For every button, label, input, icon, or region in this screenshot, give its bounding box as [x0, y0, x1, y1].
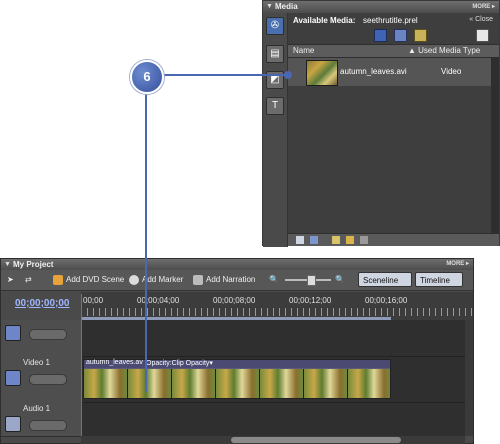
time-stretch-tool-icon[interactable]: ⇄	[25, 273, 32, 287]
marker-icon	[129, 274, 139, 285]
media-column-header: Name ▲ Used Media Type	[288, 44, 499, 58]
titles-tab-icon[interactable]: T	[266, 97, 284, 115]
zoom-in-icon[interactable]: 🔍	[335, 273, 345, 287]
media-tab-icon[interactable]: ✇	[266, 17, 284, 35]
callout-connector-vertical	[145, 74, 147, 392]
add-dvd-scene-button[interactable]: Add DVD Scene	[53, 273, 124, 287]
folder-icon[interactable]	[332, 236, 340, 244]
microphone-icon	[193, 274, 203, 285]
image-filter-icon[interactable]	[414, 29, 427, 42]
close-label: Close	[475, 16, 493, 23]
add-dvd-scene-label: Add DVD Scene	[66, 275, 125, 284]
track-divider	[81, 402, 465, 403]
callout-connector-horizontal	[145, 74, 290, 76]
double-chevron-left-icon: «	[469, 16, 474, 23]
step-callout-badge: 6	[130, 60, 164, 94]
dropdown-icon: ▾	[209, 360, 213, 367]
track-keyframe-controls[interactable]	[29, 329, 67, 340]
dvd-icon	[53, 274, 63, 285]
zoom-out-icon[interactable]: 🔍	[269, 273, 279, 287]
clip-property-label: Opacity:Clip Opacity	[146, 360, 210, 367]
track-divider	[81, 356, 465, 357]
ruler-label: 00;00;04;00	[137, 296, 180, 305]
more-button[interactable]: MORE ▸	[472, 1, 495, 13]
timeline-vertical-scrollbar[interactable]	[465, 320, 473, 436]
selection-tool-icon[interactable]: ➤	[7, 273, 14, 287]
track-header-top	[1, 320, 81, 357]
clip-filmstrip	[84, 369, 390, 398]
track-name: Video 1	[23, 358, 50, 367]
column-name[interactable]: Name	[293, 45, 314, 57]
track-name: Audio 1	[23, 404, 51, 413]
project-toolbar: ➤ ⇄ Add DVD Scene Add Marker Add Narrati…	[1, 270, 473, 291]
timeline-horizontal-scrollbar[interactable]	[81, 436, 465, 444]
video-clip[interactable]: autumn_leaves.av Opacity:Clip Opacity▾	[83, 359, 391, 399]
sort-up-icon: ▲	[408, 46, 416, 55]
clip-property-menu[interactable]: Opacity:Clip Opacity▾	[146, 359, 213, 367]
media-body: Available Media: seethrutitle.prel « Clo…	[288, 13, 499, 246]
speaker-icon	[5, 416, 21, 432]
available-media-label: Available Media:	[293, 16, 356, 25]
track-keyframe-controls[interactable]	[29, 420, 67, 431]
audio-filter-icon[interactable]	[394, 29, 407, 42]
media-list-item[interactable]: autumn_leaves.avi Video	[288, 58, 499, 86]
media-item-name: autumn_leaves.avi	[340, 67, 407, 76]
add-marker-label: Add Marker	[142, 275, 184, 284]
ruler-label: 00;00;16;00	[365, 296, 408, 305]
clip-thumbnail	[306, 60, 338, 86]
project-panel-titlebar: ▼ My Project MORE ▸	[1, 259, 473, 270]
project-file-name: seethrutitle.prel	[363, 16, 418, 25]
list-view-icon[interactable]	[296, 236, 304, 244]
scroll-thumb[interactable]	[231, 437, 401, 443]
track-keyframe-controls[interactable]	[29, 374, 67, 385]
video-track-icon	[5, 325, 21, 341]
clip-header: autumn_leaves.av Opacity:Clip Opacity▾	[84, 359, 390, 368]
media-item-type: Video	[441, 67, 462, 76]
new-item-icon[interactable]	[476, 29, 489, 42]
add-narration-label: Add Narration	[206, 275, 256, 284]
close-link[interactable]: « Close	[469, 16, 493, 23]
media-scrollbar[interactable]	[491, 57, 499, 233]
sceneline-button[interactable]: Sceneline	[358, 272, 412, 287]
add-marker-button[interactable]: Add Marker	[129, 273, 183, 287]
icon-view-icon[interactable]	[310, 236, 318, 244]
callout-target-dot	[284, 71, 292, 79]
new-folder-icon[interactable]	[346, 236, 354, 244]
media-panel-title: Media	[275, 2, 298, 11]
project-panel: ▼ My Project MORE ▸ ➤ ⇄ Add DVD Scene Ad…	[0, 258, 474, 444]
column-used[interactable]: ▲ Used	[408, 45, 437, 57]
track-header-audio1: Audio 1	[1, 402, 81, 437]
ruler-ticks	[81, 308, 473, 316]
time-ruler[interactable]: 00;00 00;00;04;00 00;00;08;00 00;00;12;0…	[81, 292, 473, 320]
panel-tab-bar: ✇ ▤ ◩ T	[263, 13, 288, 247]
track-header-video1: Video 1	[1, 356, 81, 403]
media-panel: ▼ Media MORE ▸ ✇ ▤ ◩ T Available Media: …	[262, 0, 500, 247]
column-used-label: Used	[418, 46, 437, 55]
ruler-label: 00;00	[83, 296, 104, 305]
video-track-icon	[5, 370, 21, 386]
timeline-button[interactable]: Timeline	[415, 272, 463, 287]
project-panel-title: My Project	[13, 260, 54, 269]
playhead-line[interactable]	[81, 294, 82, 444]
collapse-caret-icon[interactable]: ▼	[266, 1, 273, 13]
add-narration-button[interactable]: Add Narration	[193, 273, 255, 287]
zoom-slider-handle[interactable]	[307, 275, 316, 286]
column-media-type[interactable]: Media Type	[439, 45, 480, 57]
current-timecode[interactable]: 00;00;00;00	[15, 298, 69, 309]
video-effects-tab-icon[interactable]: ▤	[266, 45, 284, 63]
ruler-label: 00;00;12;00	[289, 296, 332, 305]
clip-name: autumn_leaves.av	[86, 359, 143, 366]
more-button[interactable]: MORE ▸	[446, 259, 469, 270]
ruler-label: 00;00;08;00	[213, 296, 256, 305]
media-footer-toolbar	[288, 233, 499, 246]
video-filter-icon[interactable]	[374, 29, 387, 42]
trash-icon[interactable]	[360, 236, 368, 244]
